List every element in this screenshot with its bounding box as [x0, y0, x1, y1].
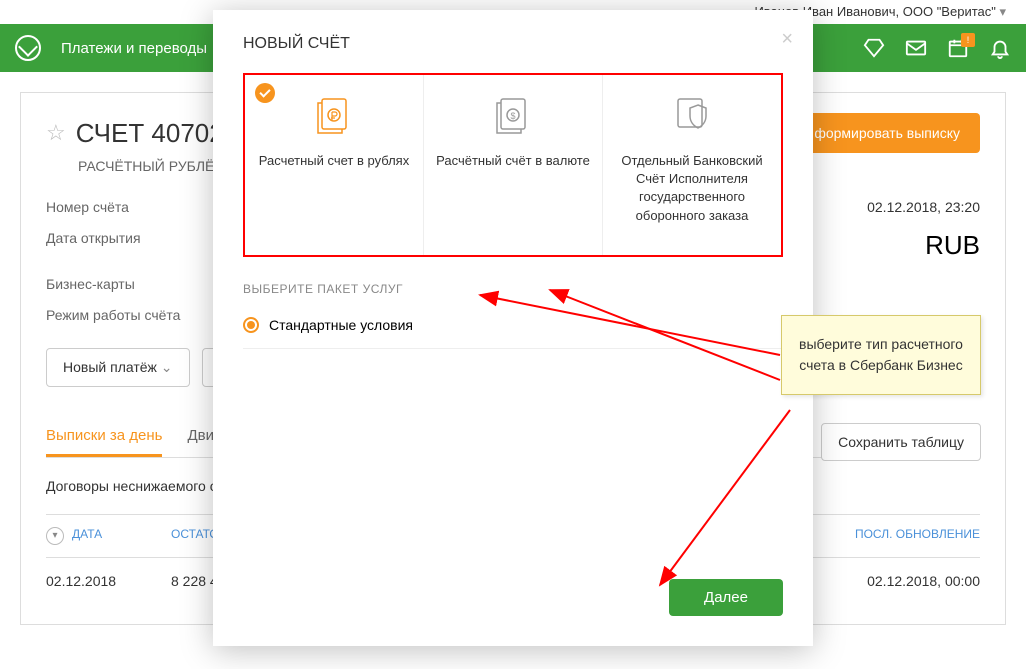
radio-standard[interactable]: Стандартные условия [243, 311, 783, 349]
option-label: Расчетный счет в рублях [257, 152, 411, 170]
close-icon[interactable]: × [781, 28, 793, 51]
instruction-callout: выберите тип расчетного счета в Сбербанк… [781, 315, 981, 395]
ruble-account-icon [257, 90, 411, 140]
currency-account-icon: $ [436, 90, 590, 140]
package-section-label: ВЫБЕРИТЕ ПАКЕТ УСЛУГ [243, 282, 783, 296]
check-icon [255, 83, 275, 103]
radio-label: Стандартные условия [269, 317, 413, 333]
next-button[interactable]: Далее [669, 579, 783, 616]
option-label: Отдельный Банковский Счёт Исполнителя го… [615, 152, 769, 225]
modal-title: НОВЫЙ СЧЁТ [243, 35, 783, 53]
option-defense-account[interactable]: Отдельный Банковский Счёт Исполнителя го… [603, 75, 781, 255]
option-label: Расчётный счёт в валюте [436, 152, 590, 170]
option-currency-account[interactable]: $ Расчётный счёт в валюте [424, 75, 603, 255]
option-ruble-account[interactable]: Расчетный счет в рублях [245, 75, 424, 255]
radio-icon [243, 317, 259, 333]
shield-account-icon [615, 90, 769, 140]
highlighted-options: Расчетный счет в рублях $ Расчётный счёт… [243, 73, 783, 257]
svg-text:$: $ [510, 111, 515, 121]
new-account-modal: × НОВЫЙ СЧЁТ Расчетный счет в рублях $ Р… [213, 10, 813, 646]
